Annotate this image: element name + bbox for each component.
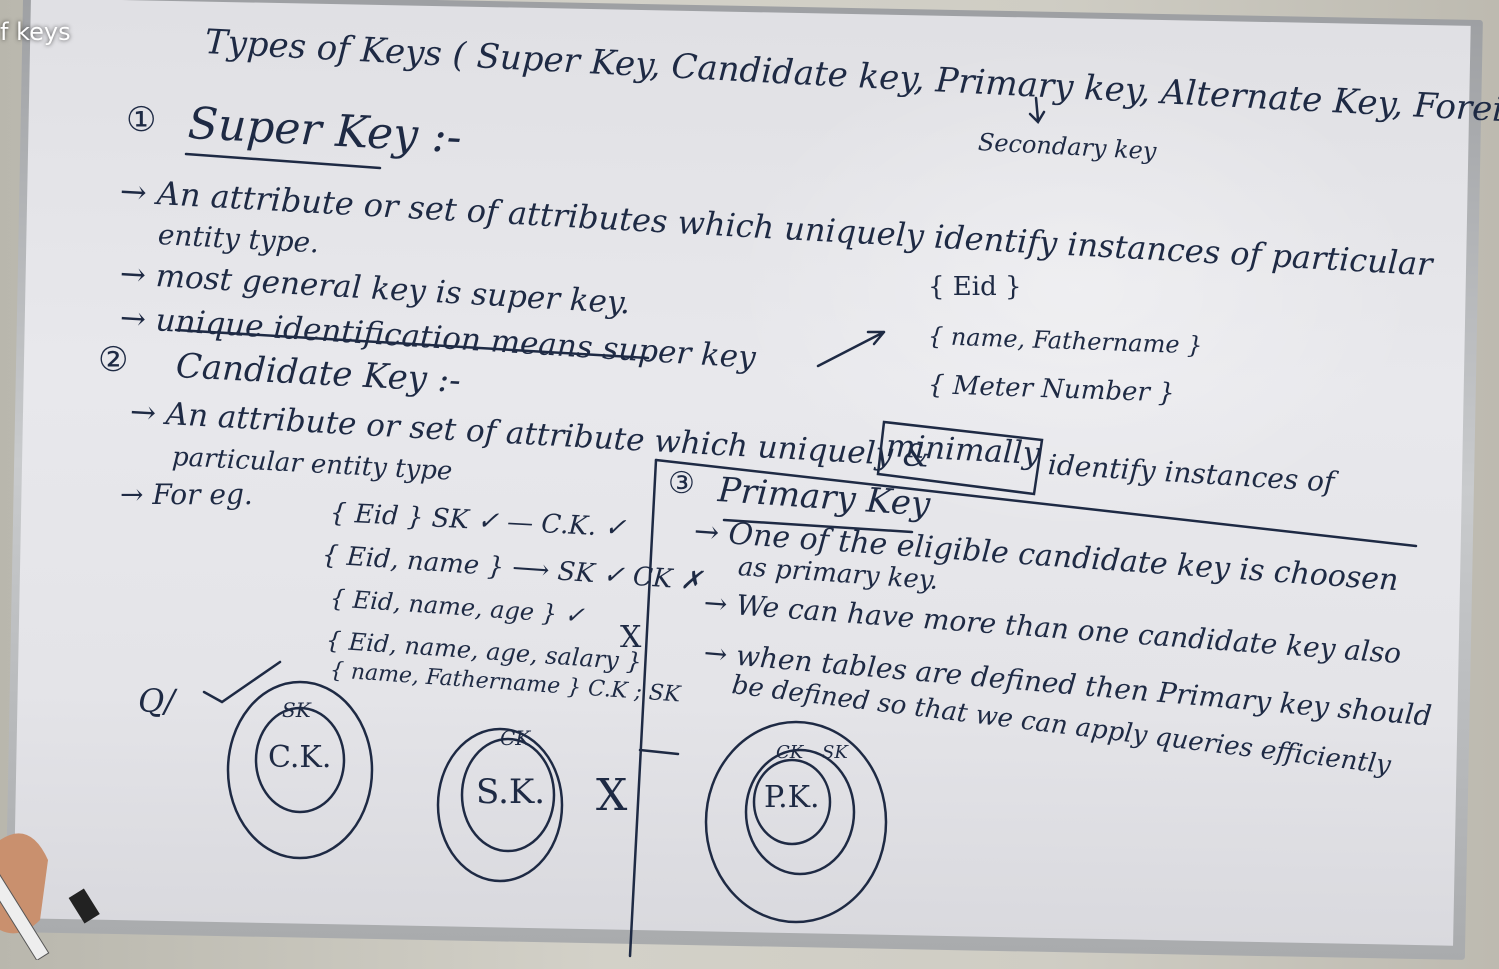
marker-pen (0, 833, 100, 960)
diagram3-outer-ellipse (704, 720, 888, 924)
diagram2-outer-ellipse (436, 727, 564, 883)
candidate-bottom-line (638, 748, 680, 756)
check-mark (202, 660, 282, 704)
super-key-underline (184, 152, 382, 170)
secondary-key-arrow (1028, 96, 1046, 125)
diagram1-inner-ellipse (254, 706, 346, 814)
primary-key-underline (722, 518, 914, 534)
diagram2-inner-ellipse (460, 737, 556, 853)
pen-marks (174, 96, 1418, 958)
minimally-box (876, 420, 1044, 496)
primary-section-left-line (628, 458, 658, 958)
unique-line-underline (174, 328, 650, 360)
diagram3-inner-ellipse (752, 758, 832, 846)
arrow-to-examples (816, 330, 886, 368)
diagram3-middle-ellipse (744, 748, 856, 876)
